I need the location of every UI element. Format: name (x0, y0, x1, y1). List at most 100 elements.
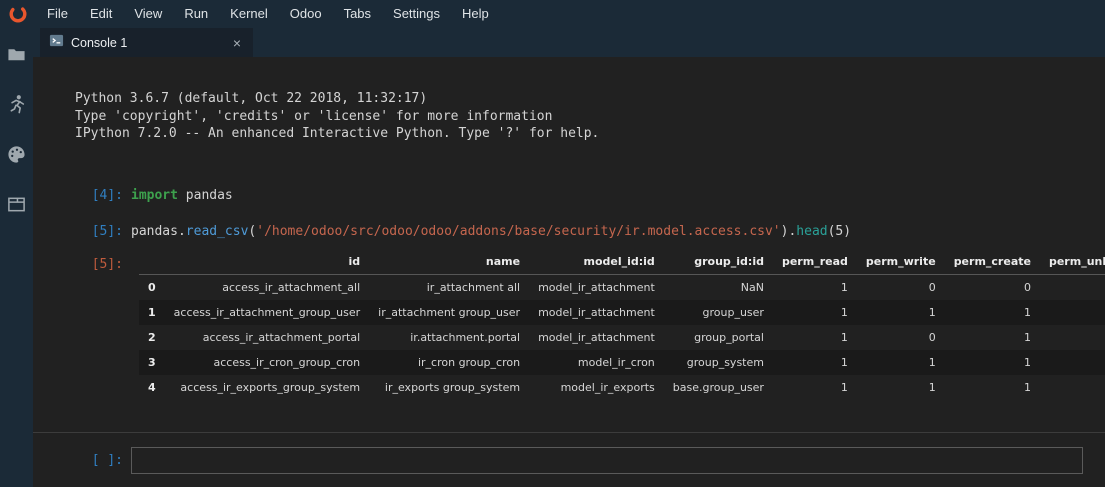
df-cell: model_ir_attachment (529, 325, 664, 350)
df-cell: base.group_user (664, 375, 773, 400)
df-cell: 1 (945, 300, 1040, 325)
menu-item-help[interactable]: Help (451, 0, 500, 28)
table-row: 3access_ir_cron_group_cronir_cron group_… (139, 350, 1105, 375)
menu-item-edit[interactable]: Edit (79, 0, 123, 28)
df-cell: access_ir_cron_group_cron (165, 350, 369, 375)
df-cell: NaN (664, 274, 773, 300)
output-body: idnamemodel_id:idgroup_id:idperm_readper… (131, 249, 1105, 400)
df-cell: ir_attachment group_user (369, 300, 529, 325)
jupyterlab-window: FileEditViewRunKernelOdooTabsSettingsHel… (0, 0, 1105, 487)
df-cell: access_ir_exports_group_system (165, 375, 369, 400)
code-token: pandas. (131, 224, 186, 239)
running-sessions-icon[interactable] (5, 92, 29, 116)
df-cell: 1 (1040, 300, 1105, 325)
tab-close-icon[interactable]: × (230, 35, 244, 51)
odoo-logo-icon[interactable] (0, 4, 36, 24)
df-cell: 1 (773, 375, 857, 400)
df-cell: 1 (857, 300, 945, 325)
code-line-4[interactable]: import pandas (131, 188, 233, 203)
df-col-header: perm_unlink (1040, 249, 1105, 275)
df-cell: 1 (773, 350, 857, 375)
df-cell: 0 (857, 325, 945, 350)
code-token: '/home/odoo/src/odoo/odoo/addons/base/se… (256, 224, 780, 239)
code-cell-5: [5]: pandas.read_csv('/home/odoo/src/odo… (33, 224, 1105, 239)
df-cell: 0 (1040, 325, 1105, 350)
df-cell: access_ir_attachment_group_user (165, 300, 369, 325)
df-cell: 1 (773, 325, 857, 350)
df-row-index: 1 (139, 300, 165, 325)
table-row: 4access_ir_exports_group_systemir_export… (139, 375, 1105, 400)
main-area: Console 1 × Python 3.6.7 (default, Oct 2… (33, 28, 1105, 487)
df-row-index: 2 (139, 325, 165, 350)
workspace-row: Console 1 × Python 3.6.7 (default, Oct 2… (0, 28, 1105, 487)
df-cell: 1 (945, 375, 1040, 400)
df-cell: 0 (857, 274, 945, 300)
df-cell: 0 (1040, 274, 1105, 300)
menu-item-odoo[interactable]: Odoo (279, 0, 333, 28)
df-row-index: 4 (139, 375, 165, 400)
console-panel: Python 3.6.7 (default, Oct 22 2018, 11:3… (33, 57, 1105, 487)
df-row-index: 0 (139, 274, 165, 300)
menu-bar-items: FileEditViewRunKernelOdooTabsSettingsHel… (36, 0, 500, 28)
table-row: 2access_ir_attachment_portalir.attachmen… (139, 325, 1105, 350)
command-palette-icon[interactable] (5, 142, 29, 166)
code-token: import (131, 188, 178, 203)
pending-prompt: [ ]: (33, 453, 123, 468)
code-token: (5) (828, 224, 851, 239)
table-row: 1access_ir_attachment_group_userir_attac… (139, 300, 1105, 325)
df-cell: access_ir_attachment_portal (165, 325, 369, 350)
df-cell: 1 (1040, 350, 1105, 375)
df-cell: 1 (1040, 375, 1105, 400)
menu-item-run[interactable]: Run (173, 0, 219, 28)
tab-bar: Console 1 × (33, 28, 1105, 57)
menu-item-tabs[interactable]: Tabs (333, 0, 382, 28)
df-cell: group_portal (664, 325, 773, 350)
banner-line: Python 3.6.7 (default, Oct 22 2018, 11:3… (75, 90, 1105, 108)
left-sidebar (0, 28, 33, 487)
df-cell: model_ir_attachment (529, 300, 664, 325)
df-col-header: perm_read (773, 249, 857, 275)
df-index-header (139, 249, 165, 275)
df-cell: model_ir_cron (529, 350, 664, 375)
df-cell: 1 (857, 350, 945, 375)
menu-item-file[interactable]: File (36, 0, 79, 28)
banner-line: Type 'copyright', 'credits' or 'license'… (75, 108, 1105, 126)
df-cell: group_user (664, 300, 773, 325)
code-line-5[interactable]: pandas.read_csv('/home/odoo/src/odoo/odo… (131, 224, 851, 239)
df-cell: model_ir_exports (529, 375, 664, 400)
code-token: read_csv (186, 224, 249, 239)
dataframe-head-row: idnamemodel_id:idgroup_id:idperm_readper… (139, 249, 1105, 275)
df-cell: 1 (857, 375, 945, 400)
input-prompt-4: [4]: (33, 188, 123, 203)
code-cell-4: [4]: import pandas (33, 188, 1105, 203)
df-cell: ir_cron group_cron (369, 350, 529, 375)
df-cell: 1 (773, 274, 857, 300)
df-col-header: id (165, 249, 369, 275)
open-tabs-icon[interactable] (5, 192, 29, 216)
df-row-index: 3 (139, 350, 165, 375)
tab-console-1[interactable]: Console 1 × (40, 28, 253, 57)
input-prompt-5: [5]: (33, 224, 123, 239)
output-prompt-5: [5]: (33, 249, 123, 272)
console-banner: Python 3.6.7 (default, Oct 22 2018, 11:3… (33, 90, 1105, 143)
code-token: pandas (178, 188, 233, 203)
df-col-header: name (369, 249, 529, 275)
df-cell: group_system (664, 350, 773, 375)
menu-item-view[interactable]: View (123, 0, 173, 28)
df-cell: ir.attachment.portal (369, 325, 529, 350)
menu-bar: FileEditViewRunKernelOdooTabsSettingsHel… (0, 0, 1105, 28)
df-col-header: perm_create (945, 249, 1040, 275)
tab-label: Console 1 (71, 36, 223, 50)
table-row: 0access_ir_attachment_allir_attachment a… (139, 274, 1105, 300)
file-browser-icon[interactable] (5, 42, 29, 66)
df-cell: 1 (945, 350, 1040, 375)
df-col-header: perm_write (857, 249, 945, 275)
menu-item-kernel[interactable]: Kernel (219, 0, 279, 28)
df-cell: 1 (945, 325, 1040, 350)
df-cell: 0 (945, 274, 1040, 300)
output-cell-5: [5]: idnamemodel_id:idgroup_id:idperm_re… (33, 249, 1105, 400)
df-col-header: model_id:id (529, 249, 664, 275)
console-input-cell: [ ]: (33, 433, 1105, 487)
console-input[interactable] (131, 447, 1083, 474)
menu-item-settings[interactable]: Settings (382, 0, 451, 28)
